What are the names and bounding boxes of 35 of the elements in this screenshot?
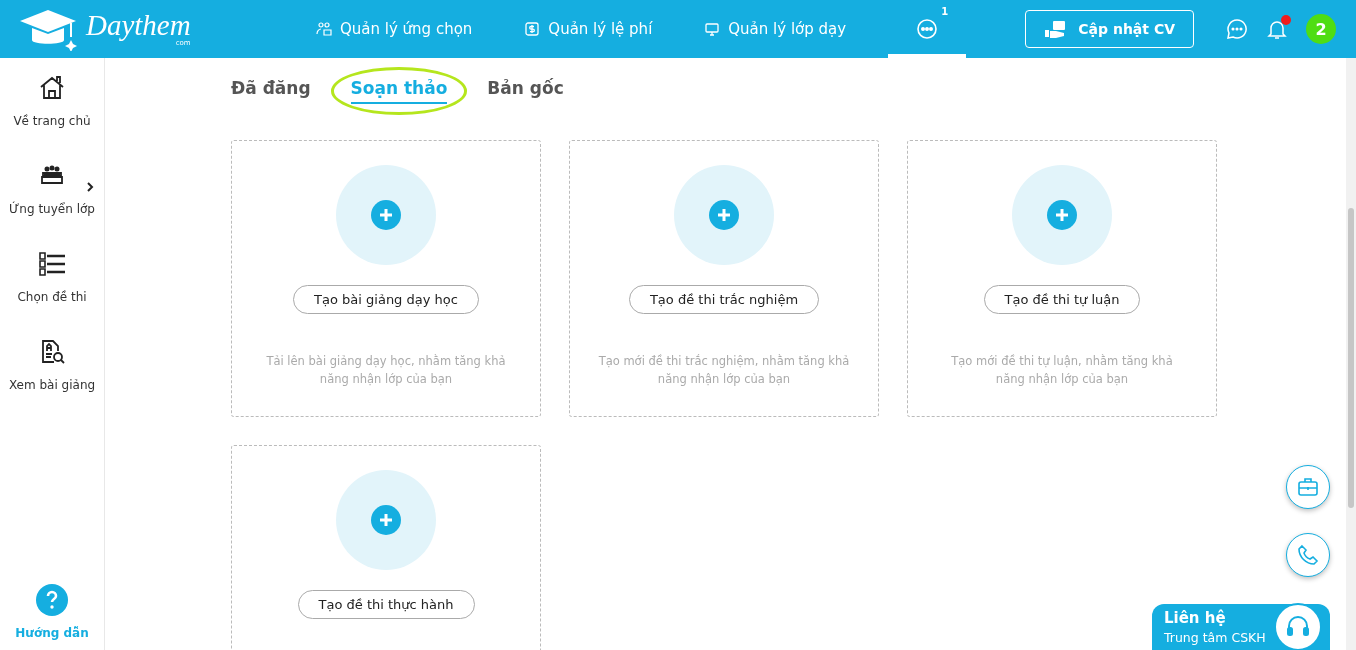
contact-subtitle: Trung tâm CSKH (1164, 630, 1266, 645)
create-button[interactable]: Tạo đề thi thực hành (297, 590, 475, 619)
house-icon (38, 74, 66, 102)
help-icon (36, 584, 68, 616)
card-description: Tải lên bài giảng dạy học, nhằm tăng khả năng nhận lớp của bạn (265, 353, 507, 388)
card-description: Tạo mới đề thi tự luận, nhằm tăng khả năng nhận lớp của bạn (950, 353, 1174, 388)
contact-title: Liên hệ (1164, 609, 1226, 627)
sidebar-item[interactable]: Chọn đề thi (0, 250, 104, 338)
list-icon (38, 250, 66, 278)
sidebar-item[interactable]: Về trang chủ (0, 74, 104, 162)
plus-icon (1047, 200, 1077, 230)
plus-icon (371, 200, 401, 230)
people-icon (316, 21, 332, 37)
briefcase-button[interactable] (1286, 465, 1330, 509)
sidebar-item[interactable]: Ứng tuyển lớp (0, 162, 104, 250)
chat-icon[interactable] (1226, 18, 1248, 40)
bell-icon[interactable] (1266, 18, 1288, 40)
logo-text: Daythem (86, 11, 191, 40)
phone-button[interactable] (1286, 533, 1330, 577)
tab[interactable]: Đã đăng (231, 78, 311, 104)
dollar-icon (524, 21, 541, 37)
briefcase-icon (1297, 476, 1319, 498)
card-description: Tạo mới đề thi trắc nghiệm, nhằm tăng khả năng nhận lớp của bạn (597, 353, 851, 388)
create-button[interactable]: Tạo đề thi tự luận (983, 285, 1141, 314)
create-button[interactable]: Tạo bài giảng dạy học (293, 285, 479, 314)
tab[interactable]: Bản gốc (487, 78, 564, 104)
scrollbar-thumb[interactable] (1348, 208, 1354, 508)
count-label: 1 (941, 6, 949, 17)
plus-icon (371, 505, 401, 535)
monitor-icon (704, 21, 721, 37)
phone-icon (1297, 544, 1319, 566)
create-button[interactable]: Tạo đề thi trắc nghiệm (628, 285, 820, 314)
more-icon (916, 18, 939, 40)
sidebar-item[interactable]: Xem bài giảng (0, 338, 104, 426)
plus-icon (709, 200, 739, 230)
